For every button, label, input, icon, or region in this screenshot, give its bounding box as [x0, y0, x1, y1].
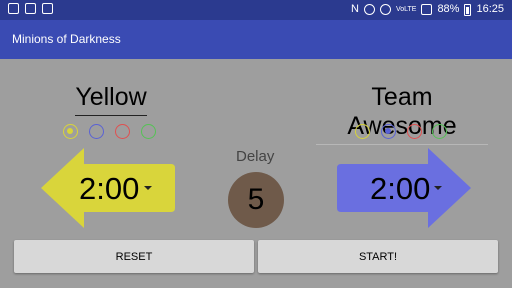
nfc-icon: N: [350, 3, 359, 15]
briefcase-icon: [42, 3, 53, 14]
right-color-green-radio[interactable]: [432, 124, 447, 139]
left-color-green-radio[interactable]: [141, 124, 156, 139]
right-timer-dropdown-icon[interactable]: [434, 186, 442, 190]
delay-value-button[interactable]: 5: [228, 172, 284, 228]
gallery-icon: [25, 3, 36, 14]
right-team-name-input[interactable]: Team Awesome: [316, 83, 488, 145]
app-bar: Minions of Darkness: [0, 20, 512, 59]
volte-label: VoLTE: [395, 6, 417, 13]
battery-percent: 88%: [437, 3, 460, 15]
left-color-red-radio[interactable]: [115, 124, 130, 139]
left-color-blue-radio[interactable]: [89, 124, 104, 139]
clock: 16:25: [476, 3, 504, 15]
status-bar-right-icons: N VoLTE 88% 16:25: [351, 3, 504, 16]
signal-icon: [421, 4, 433, 15]
right-color-yellow-radio[interactable]: [355, 124, 370, 139]
status-bar: N VoLTE 88% 16:25: [0, 0, 512, 20]
left-team-name-input[interactable]: Yellow: [75, 83, 147, 116]
right-timer-display[interactable]: 2:00: [370, 171, 430, 207]
right-color-red-radio[interactable]: [407, 124, 422, 139]
reset-button[interactable]: RESET: [14, 240, 254, 273]
left-color-yellow-radio[interactable]: [63, 124, 78, 139]
app-title: Minions of Darkness: [12, 32, 121, 46]
notification-icon: [8, 3, 19, 14]
left-timer-dropdown-icon[interactable]: [144, 186, 152, 190]
right-color-blue-radio[interactable]: [381, 124, 396, 139]
status-bar-left-icons: [8, 3, 53, 14]
wifi-icon: [379, 4, 391, 15]
start-button[interactable]: START!: [258, 240, 498, 273]
mute-icon: [363, 4, 375, 15]
left-timer-display[interactable]: 2:00: [79, 171, 139, 207]
battery-icon: [464, 3, 472, 16]
delay-label: Delay: [236, 148, 275, 165]
